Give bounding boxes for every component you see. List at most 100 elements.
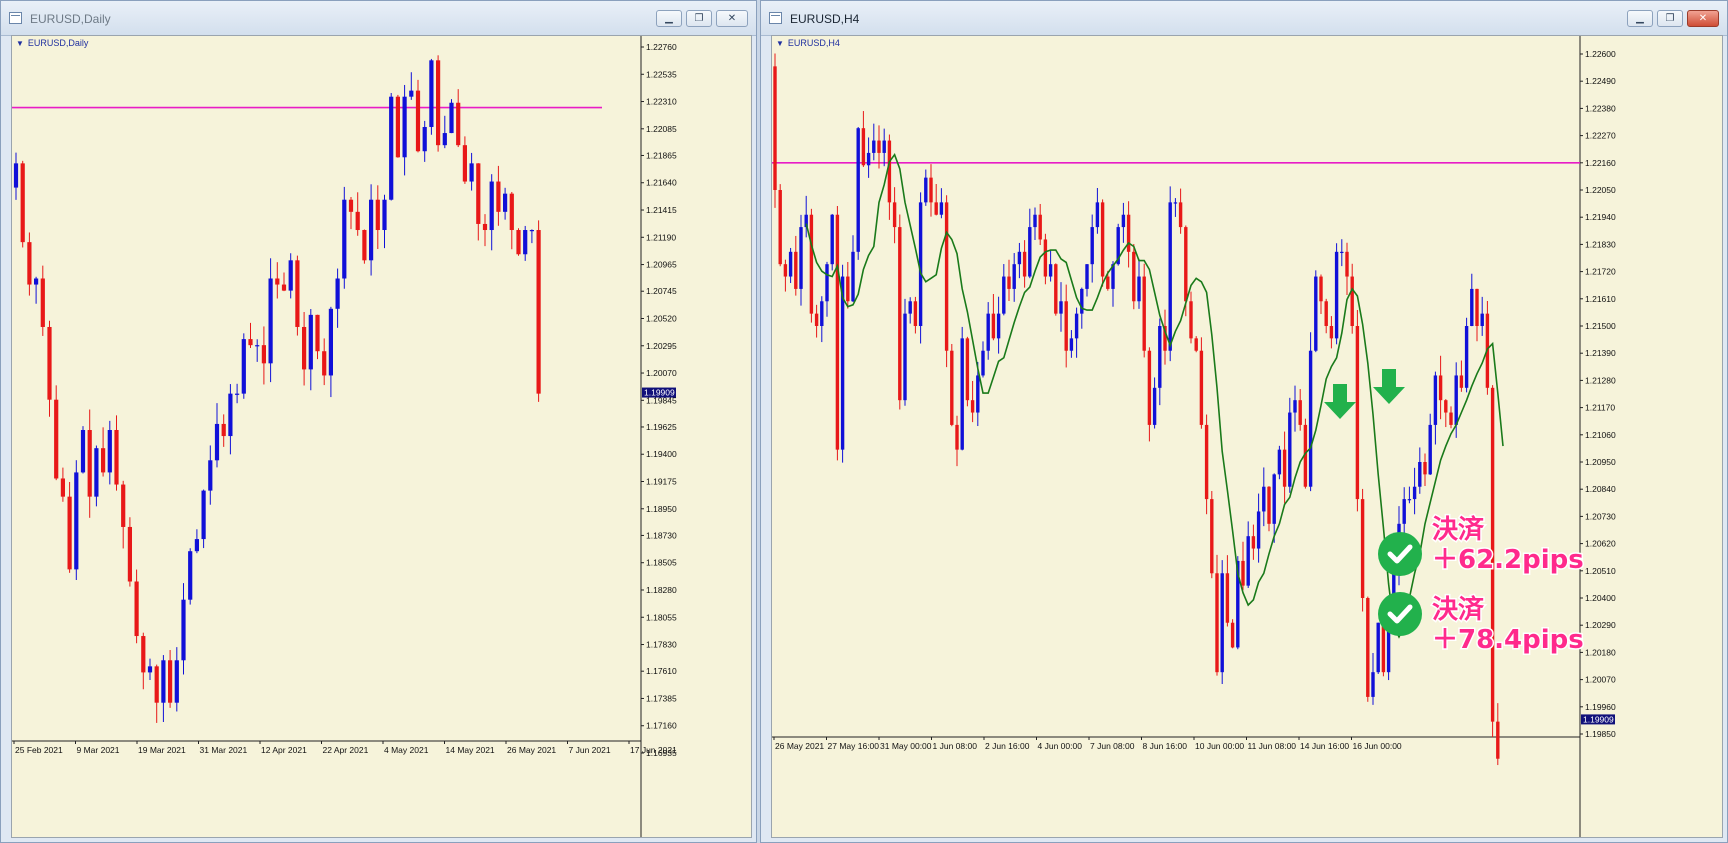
bearish-candle [846,276,850,302]
time-tick-label: 8 Jun 16:00 [1143,741,1188,751]
bearish-candle [1423,462,1427,475]
bearish-candle [348,199,354,212]
bearish-candle [536,230,541,394]
bullish-candle [489,181,494,231]
bullish-candle [960,338,964,450]
price-tick-label: 1.19625 [646,422,677,432]
bearish-candle [67,496,72,570]
bearish-candle [1064,301,1068,351]
time-tick-label: 4 Jun 00:00 [1038,741,1083,751]
bullish-candle [1407,499,1412,501]
bullish-candle [908,301,912,314]
bullish-candle [429,60,434,127]
bullish-candle [34,278,39,285]
daily-chart-window: EURUSD,Daily ▁ ❐ ✕ ▼ EURUSD,Daily 1.22760… [0,0,757,843]
bearish-candle [1132,251,1136,302]
bearish-candle [456,102,461,146]
bullish-candle [255,345,260,347]
bullish-candle [1256,511,1261,549]
bearish-candle [315,314,320,352]
profit-pips-label: ＋78.4pips [1432,625,1584,655]
price-tick-label: 1.21415 [646,205,677,215]
bearish-candle [1251,536,1256,549]
bearish-candle [1381,622,1386,673]
bearish-candle [944,202,949,351]
price-tick-label: 1.17385 [646,693,677,703]
bullish-candle [328,308,333,376]
bearish-candle [1298,400,1302,425]
bearish-candle [1043,239,1048,277]
bullish-candle [1085,264,1089,289]
price-tick-label: 1.19850 [1585,729,1616,739]
bearish-candle [27,242,32,285]
price-tick-label: 1.19960 [1585,702,1616,712]
minimize-button[interactable]: ▁ [656,10,682,27]
bearish-candle [1329,326,1334,339]
price-tick-label: 1.20730 [1585,511,1616,521]
bullish-candle [1059,301,1063,314]
bearish-candle [1355,326,1360,500]
bearish-candle [141,636,146,673]
bullish-candle [1293,400,1297,413]
title-bar[interactable]: EURUSD,H4 ▁ ❐ ✕ [761,1,1727,36]
time-tick-label: 14 Jun 16:00 [1300,741,1349,751]
bullish-candle [986,313,990,351]
price-tick-label: 1.18950 [646,504,677,514]
restore-button[interactable]: ❐ [1657,10,1683,27]
price-tick-label: 1.21390 [1585,348,1616,358]
bullish-candle [13,163,19,188]
bearish-candle [794,251,798,289]
price-tick-label: 1.22490 [1585,76,1616,86]
check-icon [1378,592,1422,636]
bearish-candle [415,90,421,152]
bullish-candle [1340,251,1344,254]
bearish-candle [898,227,902,401]
bullish-candle [389,96,394,200]
bullish-candle [1173,202,1178,204]
price-tick-label: 1.21610 [1585,294,1616,304]
bullish-candle [1277,449,1282,475]
bearish-candle [1199,350,1204,425]
minimize-button[interactable]: ▁ [1627,10,1653,27]
daily-candlestick-svg: 1.22760 1.22535 1.22310 1.22085 1.21865 1.216… [12,36,677,837]
bullish-candle [1090,227,1094,265]
bullish-candle [241,339,246,394]
bearish-candle [887,140,892,203]
price-tick-label: 1.21865 [646,150,677,160]
time-tick-label: 12 Apr 2021 [261,745,307,755]
price-tick-label: 1.20520 [646,313,677,323]
time-tick-label: 14 May 2021 [446,745,495,755]
price-tick-label: 1.18280 [646,585,677,595]
h4-candlestick-svg: 1.22600 1.22490 1.22380 1.22270 1.22160 1.220… [772,36,1616,837]
restore-button[interactable]: ❐ [686,10,712,27]
title-bar[interactable]: EURUSD,Daily ▁ ❐ ✕ [1,1,756,36]
price-chart[interactable]: ▼ EURUSD,Daily 1.22760 1.22535 1.22310 1.220… [11,35,752,838]
bearish-candle [1106,276,1110,289]
price-tick-label: 1.20400 [1585,593,1616,603]
time-tick-label: 31 May 00:00 [880,741,932,751]
bearish-candle [101,448,106,473]
bearish-candle [1438,375,1443,401]
price-tick-label: 1.22760 [646,42,677,52]
bullish-candle [1428,424,1432,475]
close-button[interactable]: ✕ [716,10,748,27]
price-tick-label: 1.20965 [646,260,677,270]
bullish-candle [214,423,220,461]
bullish-candle [1262,486,1266,512]
bearish-candle [1147,350,1152,425]
bearish-candle [1444,400,1448,413]
close-button[interactable]: ✕ [1687,10,1719,27]
time-tick-label: 27 May 16:00 [828,741,880,751]
time-tick-label: 7 Jun 08:00 [1090,741,1135,751]
time-tick-label: 31 Mar 2021 [200,745,248,755]
bearish-candle [934,202,938,215]
price-tick-label: 1.20840 [1585,484,1616,494]
price-chart[interactable]: ▼ EURUSD,H4 1.22600 1.22490 1.22380 1.22270 1… [771,35,1723,838]
price-tick-label: 1.17830 [646,640,677,650]
bullish-candle [1288,412,1292,487]
bullish-candle [469,163,474,182]
bullish-candle [201,490,206,540]
bearish-candle [221,423,226,437]
bullish-candle [1069,338,1074,351]
bullish-candle [147,666,153,673]
